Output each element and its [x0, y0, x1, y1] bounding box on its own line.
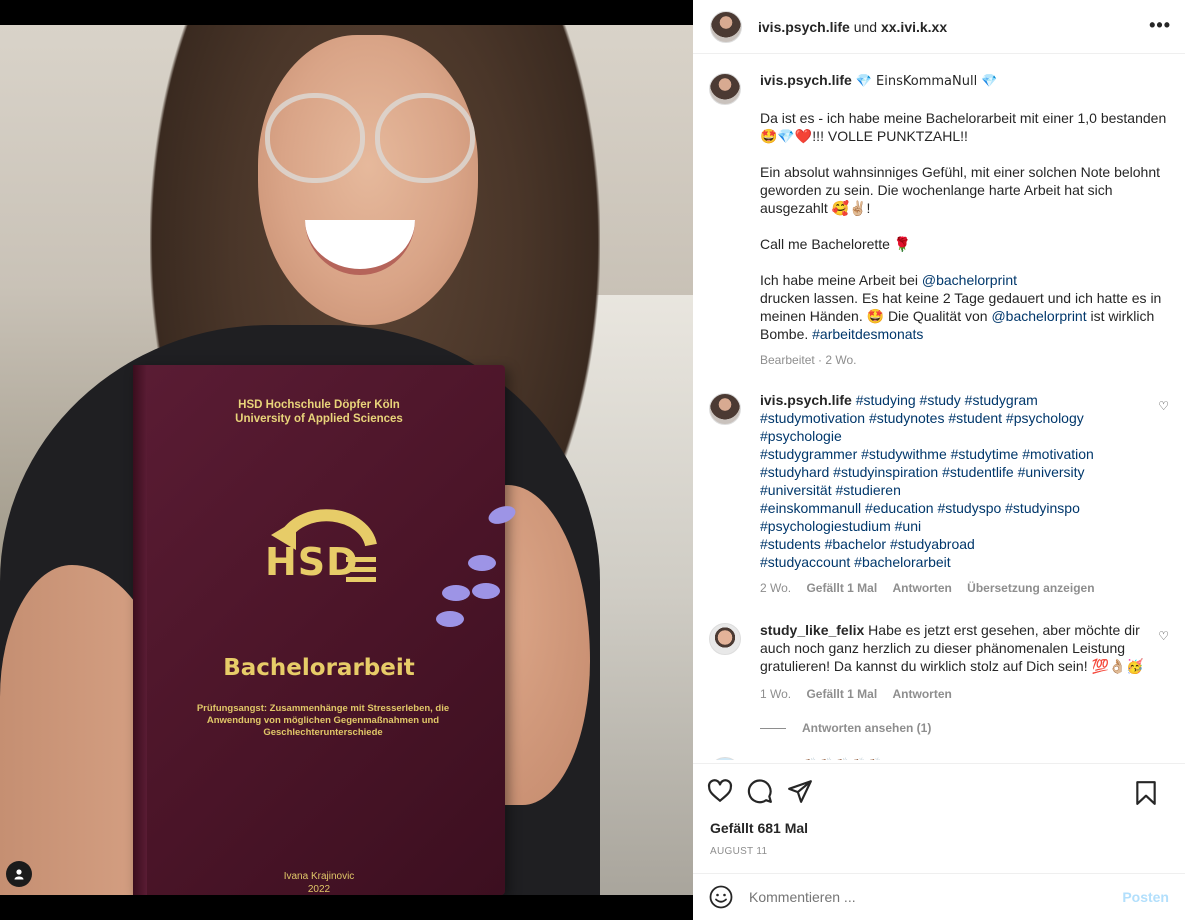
comment-likes-link[interactable]: Gefällt 1 Mal: [806, 581, 877, 595]
commenter-username-link[interactable]: ivis.psych.life: [760, 392, 852, 408]
user-icon: [14, 869, 24, 880]
hashtag-link[interactable]: #studygrammer #studywithme #studytime #m…: [760, 446, 1094, 462]
comment-partial: 👏🏾👏🏾👏🏾👏🏾👏🏾: [709, 755, 1169, 760]
comment-text: 👏🏾👏🏾👏🏾👏🏾👏🏾: [801, 758, 882, 760]
replies-divider: [760, 727, 786, 729]
photo-nail: [436, 611, 464, 627]
view-replies-button[interactable]: Antworten ansehen (1): [760, 721, 1169, 735]
bookmark-icon[interactable]: [1133, 780, 1159, 806]
hashtag-link[interactable]: #einskommanull #education #studyspo #stu…: [760, 500, 1080, 516]
comment-meta: 1 Wo. Gefällt 1 Mal Antworten: [760, 685, 1168, 703]
comment: ivis.psych.life #studying #study #studyg…: [709, 391, 1169, 597]
hashtag-link[interactable]: #arbeitdesmonats: [812, 326, 923, 342]
like-comment-heart-icon[interactable]: ♡: [1158, 399, 1169, 413]
caption: ivis.psych.life 💎 EinsKommaNull 💎 Da ist…: [709, 71, 1169, 369]
comment-body: study_like_felix Habe es jetzt erst gese…: [760, 621, 1168, 703]
post-comment-button[interactable]: Posten: [1122, 889, 1169, 905]
comment-likes-link[interactable]: Gefällt 1 Mal: [806, 687, 877, 701]
hashtag-link[interactable]: #psychologie: [760, 428, 842, 444]
hashtag-link[interactable]: #students #bachelor #studyabroad: [760, 536, 975, 552]
post-media[interactable]: HSD Hochschule Döpfer Köln University of…: [0, 0, 693, 920]
view-replies-label: Antworten ansehen (1): [802, 721, 932, 735]
caption-avatar[interactable]: [709, 73, 741, 105]
post-actions: [693, 763, 1185, 823]
comment-body: ivis.psych.life #studying #study #studyg…: [760, 391, 1168, 597]
book-topic: Prüfungsangst: Zusammenhänge mit Stresse…: [196, 703, 450, 738]
photo-nail: [472, 583, 500, 599]
authors-connector: und: [853, 18, 878, 35]
book-university: HSD Hochschule Döpfer Köln University of…: [133, 398, 505, 426]
comment-meta: 2 Wo. Gefällt 1 Mal Antworten Übersetzun…: [760, 579, 1168, 597]
caption-paragraph: Call me Bachelorette 🌹: [760, 236, 912, 252]
hashtag-link[interactable]: #universität #studieren: [760, 482, 901, 498]
book-logo-text: HSD: [265, 540, 359, 584]
tagged-users-button[interactable]: [6, 861, 32, 887]
author-avatar[interactable]: [710, 10, 742, 43]
photo-glasses-right: [375, 93, 475, 183]
commenter-avatar[interactable]: [709, 623, 741, 655]
commenter-avatar[interactable]: [709, 757, 741, 760]
comment-icon[interactable]: [747, 778, 773, 804]
caption-username-link[interactable]: ivis.psych.life: [760, 72, 852, 88]
book-university-sub: University of Applied Sciences: [235, 413, 403, 425]
post-date[interactable]: AUGUST 11: [710, 846, 767, 857]
post-header: ivis.psych.life und xx.ivi.k.xx •••: [693, 0, 1185, 54]
hashtag-link[interactable]: #studyaccount #bachelorarbeit: [760, 554, 951, 570]
hashtag-link[interactable]: #studying #study #studygram: [856, 392, 1038, 408]
comment: study_like_felix Habe es jetzt erst gese…: [709, 621, 1169, 703]
share-icon[interactable]: [787, 778, 813, 804]
like-heart-icon[interactable]: [707, 778, 733, 804]
translate-button[interactable]: Übersetzung anzeigen: [967, 581, 1094, 595]
author-username-link[interactable]: ivis.psych.life: [758, 19, 850, 35]
comment-time[interactable]: 2 Wo.: [760, 581, 791, 595]
book-spine: [133, 365, 147, 895]
post-likes-link[interactable]: Gefällt 681 Mal: [710, 820, 808, 836]
photo-glasses-left: [265, 93, 365, 183]
comment-body: 👏🏾👏🏾👏🏾👏🏾👏🏾: [801, 755, 1169, 760]
like-comment-heart-icon[interactable]: ♡: [1158, 629, 1169, 643]
caption-paragraph: Ein absolut wahnsinniges Gefühl, mit ein…: [760, 164, 1161, 216]
book-author: Ivana Krajinovic: [283, 871, 355, 882]
photo-face: [258, 35, 478, 325]
caption-text: Ich habe meine Arbeit bei: [760, 272, 918, 288]
comment-input[interactable]: [749, 889, 1123, 905]
book-title: Bachelorarbeit: [223, 655, 415, 681]
post-sidebar: ivis.psych.life und xx.ivi.k.xx ••• ivis…: [693, 0, 1185, 920]
collaborator-username-link[interactable]: xx.ivi.k.xx: [881, 19, 947, 35]
book-year: 2022: [307, 884, 331, 895]
emoji-icon[interactable]: [709, 885, 733, 909]
caption-paragraph: Da ist es - ich habe meine Bachelorarbei…: [760, 110, 1167, 144]
thesis-book: HSD Hochschule Döpfer Köln University of…: [133, 365, 505, 895]
more-options-button[interactable]: •••: [1149, 15, 1171, 36]
comment-composer: Posten: [693, 873, 1185, 920]
photo-nail: [468, 555, 496, 571]
caption-title: 💎 EinsKommaNull 💎: [855, 74, 998, 89]
caption-meta: Bearbeitet · 2 Wo.: [760, 353, 857, 367]
book-author-block: Ivana Krajinovic 2022: [133, 870, 505, 895]
comment-time[interactable]: 1 Wo.: [760, 687, 791, 701]
hashtag-link[interactable]: #psychologiestudium #uni: [760, 518, 921, 534]
hashtag-link[interactable]: #studyhard #studyinspiration #studentlif…: [760, 464, 1085, 480]
commenter-avatar[interactable]: [709, 393, 741, 425]
mention-link[interactable]: @bachelorprint: [922, 272, 1017, 288]
caption-body: ivis.psych.life 💎 EinsKommaNull 💎 Da ist…: [760, 71, 1168, 369]
post-photo[interactable]: HSD Hochschule Döpfer Köln University of…: [0, 25, 693, 895]
reply-button[interactable]: Antworten: [893, 581, 952, 595]
reply-button[interactable]: Antworten: [893, 687, 952, 701]
photo-nail: [442, 585, 470, 601]
post-authors: ivis.psych.life und xx.ivi.k.xx: [758, 19, 947, 35]
comments-list[interactable]: ivis.psych.life 💎 EinsKommaNull 💎 Da ist…: [693, 55, 1185, 760]
commenter-username-link[interactable]: study_like_felix: [760, 622, 864, 638]
book-university-name: HSD Hochschule Döpfer Köln: [238, 399, 400, 411]
mention-link[interactable]: @bachelorprint: [991, 308, 1086, 324]
hashtag-link[interactable]: #studymotivation #studynotes #student #p…: [760, 410, 1084, 426]
